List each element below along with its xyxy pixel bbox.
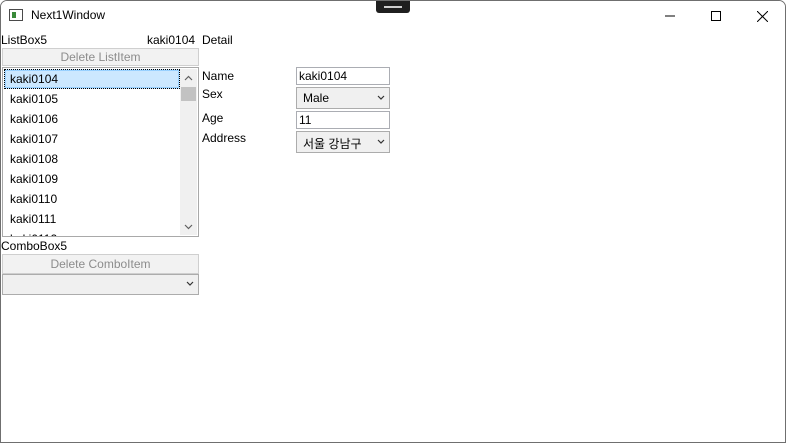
delete-combo-item-button[interactable]: Delete ComboItem xyxy=(2,254,199,274)
address-select[interactable]: 서울 강남구 xyxy=(296,131,390,153)
title-bar[interactable]: Next1Window xyxy=(1,1,785,31)
selected-item-text: kaki0104 xyxy=(147,33,196,47)
scrollbar-thumb[interactable] xyxy=(181,87,196,101)
list-item[interactable]: kaki0106 xyxy=(4,109,180,129)
sex-label: Sex xyxy=(202,87,223,101)
close-icon xyxy=(756,10,768,22)
list-item[interactable]: kaki0109 xyxy=(4,169,180,189)
age-field[interactable]: 11 xyxy=(296,111,390,129)
age-label: Age xyxy=(202,111,224,125)
list-item[interactable]: kaki0105 xyxy=(4,89,180,109)
list-item[interactable]: kaki0107 xyxy=(4,129,180,149)
snap-layout-handle[interactable] xyxy=(376,1,410,13)
sex-select[interactable]: Male xyxy=(296,87,390,109)
address-value: 서울 강남구 xyxy=(303,137,362,151)
maximize-icon xyxy=(711,11,721,21)
minimize-button[interactable] xyxy=(647,1,693,31)
chevron-up-icon xyxy=(184,75,193,80)
list-item[interactable]: kaki0111 xyxy=(4,209,180,229)
chevron-down-icon xyxy=(377,139,385,144)
maximize-button[interactable] xyxy=(693,1,739,31)
sex-value: Male xyxy=(303,91,330,105)
combobox[interactable] xyxy=(2,274,199,295)
list-item[interactable]: kaki0104 xyxy=(4,69,180,89)
detail-header: Detail xyxy=(202,33,233,47)
chevron-down-icon xyxy=(186,281,194,286)
minimize-icon xyxy=(665,15,675,17)
chevron-down-icon xyxy=(377,95,385,100)
name-label: Name xyxy=(202,69,235,83)
delete-list-item-button[interactable]: Delete ListItem xyxy=(2,48,199,66)
next1-window: Next1Window ListBox5 kaki0104 Delete Lis… xyxy=(0,0,786,443)
scroll-up-button[interactable] xyxy=(180,69,197,86)
listbox-scrollbar[interactable] xyxy=(180,69,197,235)
name-field[interactable]: kaki0104 xyxy=(296,67,390,85)
list-item[interactable]: kaki0110 xyxy=(4,189,180,209)
scroll-down-button[interactable] xyxy=(180,218,197,235)
close-button[interactable] xyxy=(739,1,785,31)
listbox-label: ListBox5 xyxy=(1,33,48,47)
address-label: Address xyxy=(202,131,247,145)
chevron-down-icon xyxy=(184,224,193,229)
app-window-icon xyxy=(9,9,23,21)
list-item[interactable]: kaki0108 xyxy=(4,149,180,169)
window-title: Next1Window xyxy=(31,8,106,22)
list-item[interactable]: kaki0112 xyxy=(4,229,180,236)
listbox[interactable]: kaki0104 kaki0105 kaki0106 kaki0107 kaki… xyxy=(2,67,199,237)
combobox-label: ComboBox5 xyxy=(1,239,68,253)
